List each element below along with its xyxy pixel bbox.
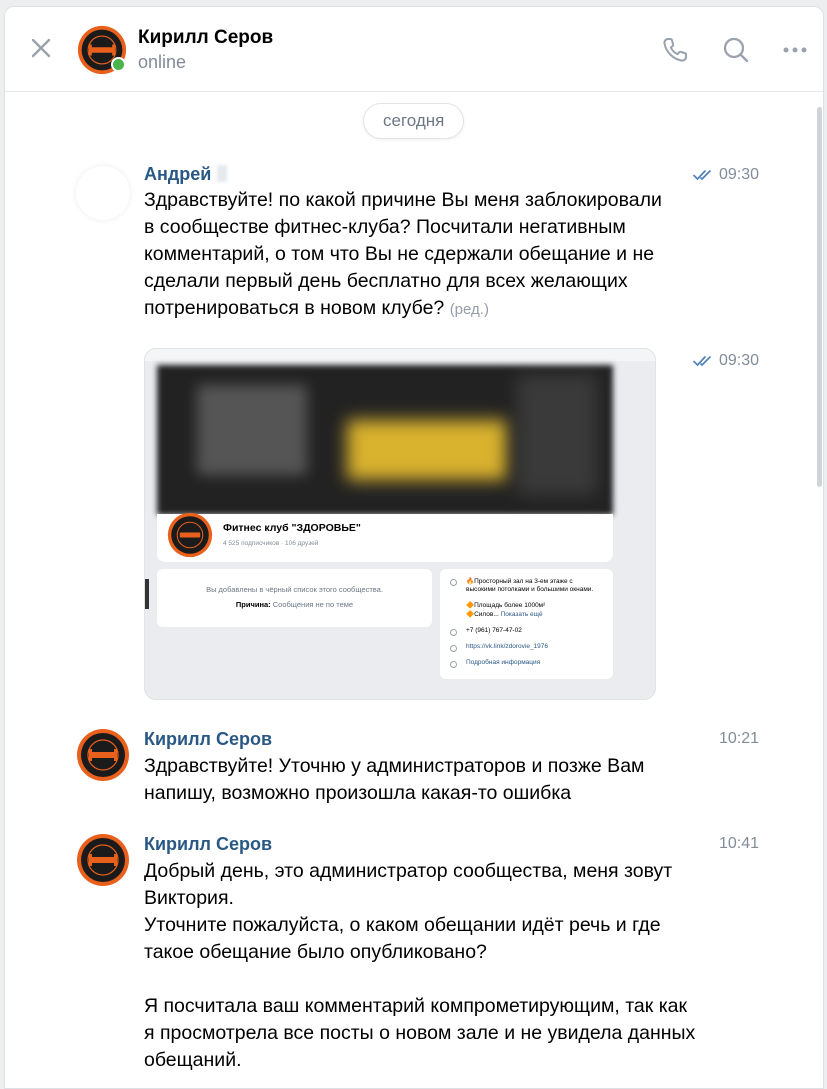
online-indicator bbox=[111, 57, 126, 72]
scrollbar[interactable] bbox=[817, 107, 822, 487]
chat-status: online bbox=[138, 52, 187, 72]
chat-header: Кирилл Серов online bbox=[5, 7, 823, 92]
blacklist-notice: Вы добавлены в чёрный список этого сообщ… bbox=[157, 569, 432, 627]
info-circle-icon bbox=[450, 661, 457, 668]
read-checks-icon bbox=[693, 356, 711, 367]
message-time: 09:30 bbox=[693, 166, 759, 184]
attachment-edge bbox=[145, 579, 149, 609]
sender-name[interactable]: Андрей bbox=[144, 164, 228, 185]
club-name: Фитнес клуб "ЗДОРОВЬЕ" bbox=[223, 522, 361, 534]
phone-icon bbox=[450, 629, 457, 636]
club-subscribers: 4 525 подписчиков · 106 друзей bbox=[223, 540, 319, 547]
close-icon[interactable] bbox=[27, 34, 55, 62]
date-divider: сегодня bbox=[363, 103, 465, 139]
redacted-surname bbox=[217, 165, 228, 182]
message-text: Здравствуйте! по какой причине Вы меня з… bbox=[144, 189, 662, 319]
message-time: 10:41 bbox=[719, 835, 760, 852]
sender-name[interactable]: Кирилл Серов bbox=[144, 834, 272, 855]
read-checks-icon bbox=[693, 170, 711, 181]
phone-icon[interactable] bbox=[660, 35, 690, 65]
club-card: Фитнес клуб "ЗДОРОВЬЕ" 4 525 подписчиков… bbox=[157, 512, 613, 562]
message-time: 09:30 bbox=[693, 352, 759, 370]
avatar[interactable] bbox=[76, 833, 130, 887]
attachment-topbar bbox=[145, 349, 655, 361]
search-icon[interactable] bbox=[721, 35, 751, 65]
sender-name[interactable]: Кирилл Серов bbox=[144, 729, 272, 750]
edited-label: (ред.) bbox=[449, 301, 489, 318]
info-icon bbox=[450, 579, 457, 586]
chat-window: Кирилл Серов online сегодня Андрей 09:30… bbox=[4, 6, 824, 1089]
globe-icon bbox=[450, 645, 457, 652]
message-text: Добрый день, это администратор сообществ… bbox=[144, 860, 696, 1071]
blurred-cover bbox=[157, 365, 613, 515]
more-icon[interactable] bbox=[780, 35, 810, 65]
image-attachment[interactable]: Фитнес клуб "ЗДОРОВЬЕ" 4 525 подписчиков… bbox=[144, 348, 656, 700]
message-time: 10:21 bbox=[719, 730, 760, 747]
avatar[interactable] bbox=[76, 166, 130, 220]
chat-title[interactable]: Кирилл Серов bbox=[138, 27, 273, 49]
club-logo bbox=[167, 512, 213, 558]
avatar[interactable] bbox=[76, 728, 130, 782]
club-info: 🔥Просторный зал на 3-ем этаже с высокими… bbox=[440, 569, 613, 679]
message-text: Здравствуйте! Уточню у администраторов и… bbox=[144, 755, 645, 804]
